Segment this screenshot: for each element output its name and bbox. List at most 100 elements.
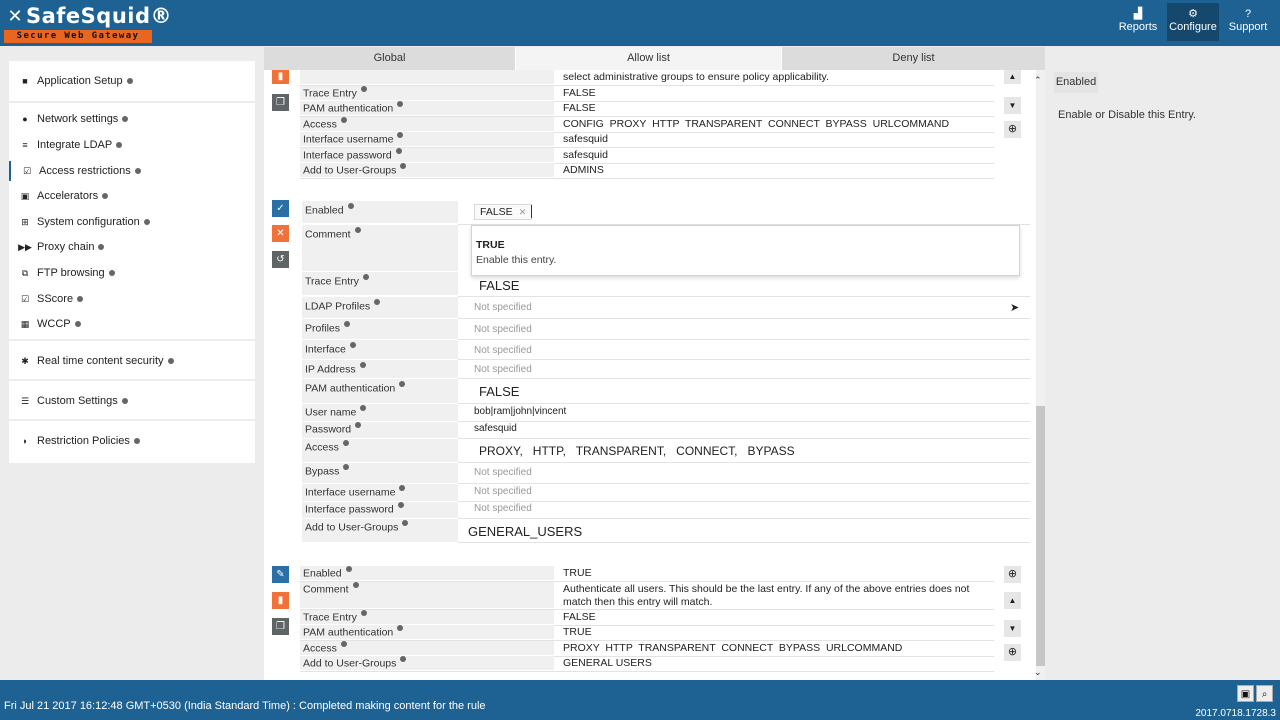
delete-entry-button[interactable]: ▮: [272, 592, 289, 609]
field-value-profiles[interactable]: Not specified: [474, 324, 532, 335]
move-up-button[interactable]: ▲: [1004, 592, 1021, 609]
sidebar-item-realtime-content-security[interactable]: ✱ Real time content security: [9, 351, 255, 371]
sidebar-item-custom-settings[interactable]: ☰ Custom Settings: [9, 391, 255, 411]
logo-name: SafeSquid®: [26, 4, 173, 28]
field-value-pam-authentication[interactable]: FALSE: [479, 384, 519, 399]
field-value-ldap-profiles[interactable]: Not specified: [474, 302, 532, 313]
field-label-pam-authentication: PAM authentication: [300, 101, 554, 115]
save-entry-button[interactable]: ✓: [272, 200, 289, 217]
sidebar-item-network-settings[interactable]: ● Network settings: [9, 109, 255, 129]
nav-support[interactable]: ? Support: [1222, 3, 1274, 41]
field-value-interface-password[interactable]: Not specified: [474, 503, 532, 514]
field-value-interface-username[interactable]: Not specified: [474, 486, 532, 497]
field-value-password[interactable]: safesquid: [474, 423, 517, 434]
info-icon: [143, 219, 150, 225]
info-icon: [77, 296, 84, 302]
tab-bar: Global Allow list Deny list: [264, 47, 1045, 70]
nav-support-label: Support: [1228, 21, 1268, 33]
field-label-user-name: User name: [302, 404, 458, 421]
send-icon[interactable]: ➤: [1010, 301, 1019, 314]
info-icon: [74, 321, 81, 327]
info-icon: [359, 362, 366, 368]
field-value-interface[interactable]: Not specified: [474, 345, 532, 356]
chevron-down-icon[interactable]: ⌄: [1034, 667, 1042, 678]
move-down-button[interactable]: ▼: [1004, 97, 1021, 114]
sidebar-item-application-setup[interactable]: ■ Application Setup: [9, 71, 255, 91]
dropdown-option-true[interactable]: TRUE Enable this entry.: [472, 226, 1019, 275]
field-label-bypass: Bypass: [302, 463, 458, 483]
tab-allow-list[interactable]: Allow list: [516, 47, 782, 70]
sidebar-section-restriction: ◗ Restriction Policies: [9, 421, 255, 463]
info-icon: [400, 163, 407, 169]
nav-reports[interactable]: ▟ Reports: [1112, 3, 1164, 41]
scrollbar-thumb[interactable]: [1036, 406, 1045, 666]
chevron-up-icon[interactable]: ⌃: [1034, 75, 1042, 86]
field-value-comment-line-2: match then this entry will match.: [563, 596, 713, 608]
enabled-chip[interactable]: FALSE ✕: [474, 204, 533, 220]
tab-global[interactable]: Global: [264, 47, 516, 70]
sidebar-item-label: Application Setup: [37, 75, 123, 87]
edit-entry-button[interactable]: ✎: [272, 566, 289, 583]
sidebar-item-access-restrictions[interactable]: ☑ Access restrictions: [9, 161, 255, 181]
info-icon: [400, 656, 407, 662]
sidebar-item-integrate-ldap[interactable]: ≡ Integrate LDAP: [9, 135, 255, 155]
field-value-trace-entry[interactable]: FALSE: [479, 278, 519, 293]
field-value-add-to-user-groups[interactable]: GENERAL_USERS: [468, 524, 582, 539]
main-scrollbar[interactable]: [1036, 70, 1045, 680]
info-icon: [395, 148, 402, 154]
copy-entry-button[interactable]: ❐: [272, 94, 289, 111]
field-label-add-to-user-groups: Add to User-Groups: [300, 163, 554, 177]
plus-circle-icon: ⊕: [1007, 568, 1018, 580]
chart-icon: ▟: [1133, 8, 1143, 20]
field-value-bypass[interactable]: Not specified: [474, 467, 532, 478]
field-value-access: CONFIG PROXY HTTP TRANSPARENT CONNECT BY…: [563, 118, 950, 130]
info-icon: [397, 502, 404, 508]
move-down-button[interactable]: ▼: [1004, 620, 1021, 637]
sidebar-item-sscore[interactable]: ☑ SScore: [9, 289, 255, 309]
info-icon: [343, 464, 350, 470]
sidebar-section-custom: ☰ Custom Settings: [9, 381, 255, 419]
chip-remove-icon[interactable]: ✕: [519, 207, 527, 217]
version-label: 2017.0718.1728.3: [1195, 708, 1276, 719]
add-entry-button[interactable]: ⊕: [1004, 566, 1021, 583]
info-icon: [342, 440, 349, 446]
field-value-user-name[interactable]: bob|ram|john|vincent: [474, 406, 566, 417]
info-icon: [340, 641, 347, 647]
search-button[interactable]: ⌕: [1256, 685, 1273, 702]
nav-reports-label: Reports: [1118, 21, 1158, 33]
sidebar-item-system-configuration[interactable]: ⊞ System configuration: [9, 212, 255, 232]
sidebar-item-wccp[interactable]: ▦ WCCP: [9, 314, 255, 334]
reset-entry-button[interactable]: ↺: [272, 251, 289, 268]
field-value-ip-address[interactable]: Not specified: [474, 364, 532, 375]
safesquid-logo[interactable]: ✕ SafeSquid® Secure Web Gateway: [4, 3, 172, 43]
cancel-entry-button[interactable]: ✕: [272, 225, 289, 242]
shield-icon: ◗: [22, 436, 28, 446]
nav-configure[interactable]: ⚙ Configure: [1167, 3, 1219, 41]
delete-entry-button[interactable]: ▮: [272, 70, 289, 84]
status-message: Fri Jul 21 2017 16:12:48 GMT+0530 (India…: [4, 700, 486, 712]
info-icon: [355, 422, 362, 428]
field-value-interface-password: safesquid: [563, 149, 608, 161]
field-value-trace-entry: FALSE: [563, 611, 596, 623]
info-icon: [360, 405, 367, 411]
field-label-add-to-user-groups: Add to User-Groups: [300, 656, 554, 670]
save-config-button[interactable]: ▣: [1237, 685, 1254, 702]
add-entry-button[interactable]: ⊕: [1004, 644, 1021, 661]
sidebar-item-proxy-chain[interactable]: ▶▶ Proxy chain: [9, 237, 255, 257]
field-label-pam-authentication: PAM authentication: [300, 625, 554, 639]
move-up-button[interactable]: ▲: [1004, 70, 1021, 84]
info-icon: [126, 78, 133, 84]
field-label-profiles: Profiles: [302, 319, 458, 339]
sidebar-item-accelerators[interactable]: ▣ Accelerators: [9, 186, 255, 206]
field-label-interface-username: Interface username: [302, 484, 458, 501]
undo-icon: ↺: [276, 254, 285, 265]
copy-entry-button[interactable]: ❐: [272, 618, 289, 635]
option-description: Enable this entry.: [476, 254, 557, 266]
field-value-access[interactable]: PROXY, HTTP, TRANSPARENT, CONNECT, BYPAS…: [479, 444, 795, 458]
sidebar-item-restriction-policies[interactable]: ◗ Restriction Policies: [9, 431, 255, 451]
sidebar-item-ftp-browsing[interactable]: ⧉ FTP browsing: [9, 263, 255, 283]
field-label-comment: Comment: [300, 582, 554, 608]
tab-deny-list[interactable]: Deny list: [782, 47, 1045, 70]
trash-icon: ▮: [277, 595, 284, 606]
add-entry-button[interactable]: ⊕: [1004, 121, 1021, 138]
